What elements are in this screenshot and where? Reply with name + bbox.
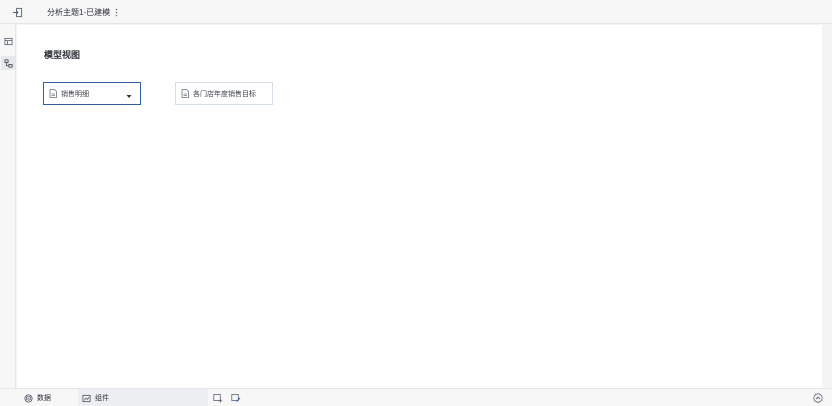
table-list-icon (3, 37, 13, 45)
model-view-button[interactable] (1, 56, 15, 70)
edit-component-icon (231, 394, 241, 402)
page-title: 分析主题1-已建模 (47, 8, 111, 17)
table-node-label: 销售明细 (61, 90, 89, 98)
add-component-icon (213, 394, 223, 403)
model-canvas[interactable] (17, 25, 822, 388)
tab-component[interactable]: 组件 (78, 389, 208, 406)
tab-component-label: 组件 (95, 395, 109, 402)
database-icon (24, 393, 33, 403)
tab-data[interactable]: 数据 (24, 389, 76, 406)
left-toolbar (0, 24, 16, 388)
table-node-sales-detail[interactable]: 销售明细 (43, 82, 141, 105)
right-edge (822, 25, 832, 388)
caret-down-icon[interactable] (126, 91, 132, 98)
more-vertical-icon (115, 8, 117, 16)
chevron-up-circle-icon (813, 393, 823, 403)
more-button[interactable] (112, 6, 120, 18)
view-title: 模型视图 (44, 50, 81, 60)
edit-component-button[interactable] (231, 393, 241, 403)
table-list-button[interactable] (1, 34, 15, 48)
model-relation-icon (3, 58, 13, 68)
add-component-button[interactable] (213, 393, 223, 403)
tab-data-label: 数据 (37, 395, 51, 402)
table-icon (49, 89, 57, 98)
bottom-bar: 数据 组件 (0, 388, 832, 406)
collapse-button[interactable] (813, 393, 823, 403)
table-node-label: 各门店年度销售目标 (193, 90, 256, 98)
top-bar: 分析主题1-已建模 (0, 0, 832, 24)
exit-icon (12, 7, 22, 17)
table-icon (181, 89, 189, 98)
exit-button[interactable] (10, 5, 24, 19)
table-node-store-annual-target[interactable]: 各门店年度销售目标 (175, 82, 273, 105)
chart-icon (82, 394, 91, 403)
